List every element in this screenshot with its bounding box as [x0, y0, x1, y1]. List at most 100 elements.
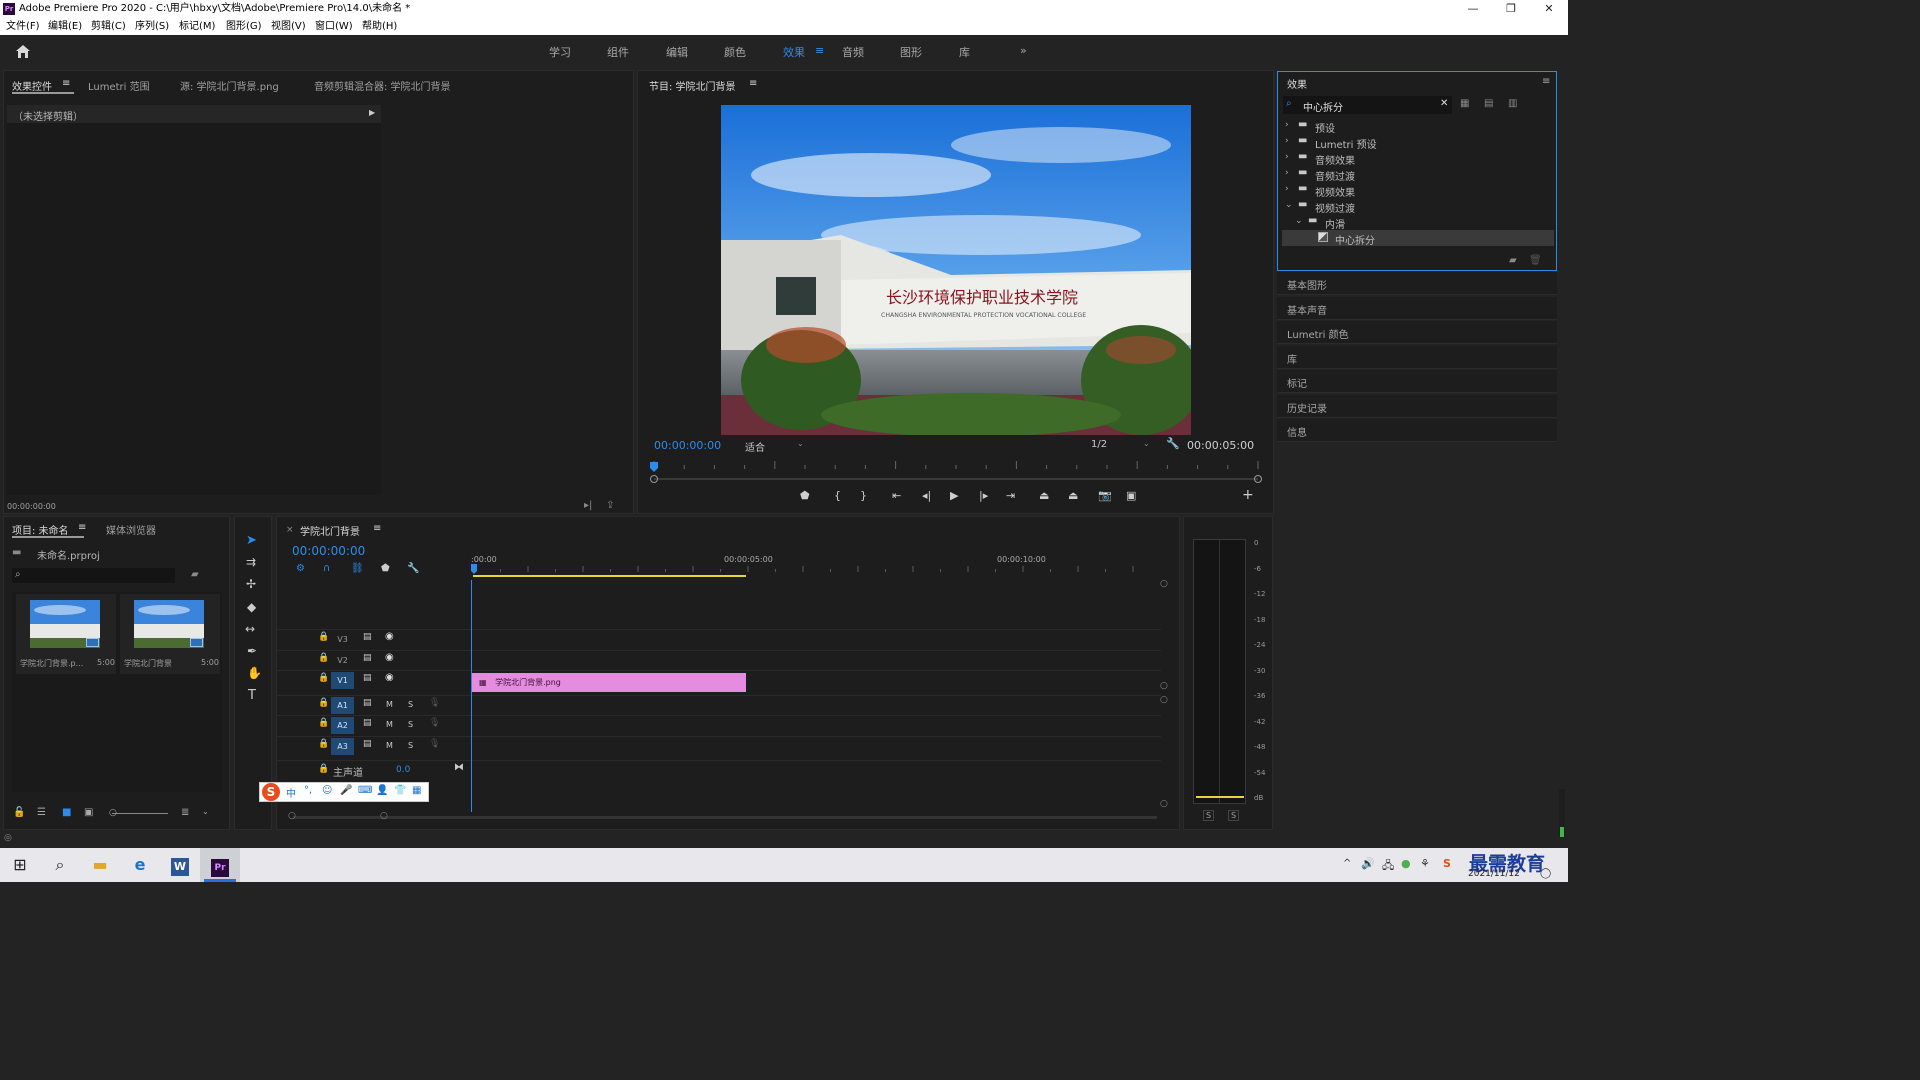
vertical-zoom-handle-top[interactable]: ○ [1160, 579, 1168, 589]
windows-start-icon[interactable]: ⊞ [0, 848, 40, 882]
mark-out-icon[interactable]: } [860, 489, 867, 502]
mark-in-icon[interactable]: { [834, 489, 841, 502]
step-back-icon[interactable]: ◂| [922, 489, 931, 502]
collapsed-panel[interactable]: 历史记录 [1277, 394, 1557, 418]
freeform-view-icon[interactable]: ▣ [84, 807, 93, 818]
zoom-handle-right[interactable]: ○ [380, 811, 388, 821]
chevron-right-icon[interactable]: › [1285, 168, 1289, 178]
ripple-edit-tool-icon[interactable]: ✢ [246, 577, 256, 591]
workspace-assembly[interactable]: 组件 [607, 44, 629, 60]
hand-tool-icon[interactable]: ✋ [247, 666, 262, 680]
export-icon[interactable]: ⇪ [606, 500, 614, 511]
effects-tree-item[interactable]: › ▬ 预设 [1282, 118, 1554, 135]
extract-icon[interactable]: ⏏ [1068, 489, 1078, 502]
comparison-view-icon[interactable]: ▣ [1126, 489, 1136, 502]
step-forward-icon[interactable]: |▸ [979, 489, 988, 502]
tab-media-browser[interactable]: 媒体浏览器 [106, 522, 156, 537]
word-icon[interactable]: W [160, 848, 200, 882]
mute-button[interactable]: M [386, 700, 393, 709]
chevron-right-icon[interactable]: › [1285, 152, 1289, 162]
collapsed-panel[interactable]: 基本声音 [1277, 296, 1557, 320]
selection-tool-icon[interactable]: ➤ [246, 533, 257, 548]
track-target-button[interactable]: A2 [331, 717, 354, 734]
program-playhead[interactable] [650, 462, 658, 472]
minimize-icon[interactable]: — [1454, 0, 1492, 18]
settings-wrench-icon[interactable]: 🔧 [1166, 437, 1180, 450]
effects-tree-item[interactable]: ⌄ ▬ 内滑 [1282, 214, 1554, 231]
lift-icon[interactable]: ⏏ [1039, 489, 1049, 502]
track-target-button[interactable]: A1 [331, 696, 354, 714]
volume-icon[interactable]: 🔊 [1361, 857, 1375, 870]
clear-search-icon[interactable]: ✕ [1440, 98, 1448, 109]
collapsed-panel[interactable]: 基本图形 [1277, 272, 1557, 295]
effects-tree-item[interactable]: › ▬ Lumetri 预设 [1282, 134, 1554, 151]
collapsed-panel[interactable]: Lumetri 颜色 [1277, 321, 1557, 344]
chevron-right-icon[interactable]: › [1285, 120, 1289, 130]
ime-toolbar-item[interactable]: ☺ [322, 785, 332, 796]
ime-toolbar-item[interactable]: ▦ [412, 785, 421, 796]
tab-lumetri-scopes[interactable]: Lumetri 范围 [88, 78, 150, 93]
zoom-handle-left[interactable]: ○ [288, 811, 296, 821]
razor-tool-icon[interactable]: ◆ [247, 600, 256, 614]
project-item[interactable]: 学院北门背景 5:00 [120, 594, 220, 674]
workspace-color[interactable]: 颜色 [724, 44, 746, 60]
timeline-menu-icon[interactable]: ≡ [373, 523, 381, 534]
ime-toolbar-item[interactable]: 👕 [394, 785, 406, 796]
list-view-icon[interactable]: ☰ [37, 807, 46, 818]
tray-app-icon[interactable]: ● [1401, 857, 1411, 870]
zoom-slider-handle[interactable]: ○ [109, 808, 117, 818]
timeline-tab[interactable]: 学院北门背景 [300, 523, 360, 538]
track-target-button[interactable]: V3 [331, 631, 354, 648]
new-bin-icon[interactable]: ▰ [191, 569, 199, 580]
close-tab-icon[interactable]: × [286, 525, 294, 535]
track-select-tool-icon[interactable]: ⇉ [246, 555, 256, 569]
program-scrub-bar[interactable] [646, 459, 1268, 485]
tray-sogou-icon[interactable]: S [1443, 857, 1451, 870]
meter-solo-right[interactable]: S [1228, 810, 1240, 821]
lock-icon[interactable]: 🔓 [13, 807, 25, 818]
timeline-ruler[interactable]: :00:00 00:00:05:00 00:00:10:00 [471, 552, 1161, 580]
fit-dropdown[interactable]: 适合 ⌄ [741, 437, 807, 454]
slip-tool-icon[interactable]: ↔ [245, 622, 255, 636]
menu-markers[interactable]: 标记(M) [179, 18, 215, 35]
effects-search-box[interactable]: ⌕ 中心拆分 ✕ [1283, 96, 1452, 114]
mute-button[interactable]: M [386, 720, 393, 729]
solo-button[interactable]: S [408, 720, 413, 729]
filter-icon[interactable]: ▸| [584, 500, 592, 511]
collapsed-panel[interactable]: 库 [1277, 345, 1557, 369]
menu-graphics[interactable]: 图形(G) [226, 18, 262, 35]
add-marker-icon[interactable]: ⬟ [800, 489, 810, 502]
yuv-effects-icon[interactable]: ▥ [1508, 98, 1517, 109]
timeline-settings-wrench-icon[interactable]: 🔧 [407, 563, 419, 574]
sync-lock-icon[interactable]: ▤ [363, 698, 372, 708]
tab-audio-clip-mixer[interactable]: 音频剪辑混合器: 学院北门背景 [314, 78, 451, 93]
menu-edit[interactable]: 编辑(E) [48, 18, 82, 35]
icon-view-icon[interactable]: ■ [62, 807, 71, 818]
solo-button[interactable]: S [408, 700, 413, 709]
microphone-icon[interactable]: 🎙 [429, 718, 440, 728]
new-bin-icon[interactable]: ▰ [1509, 255, 1517, 266]
eye-icon[interactable]: ◉ [385, 631, 394, 642]
workspace-effects[interactable]: 效果 [783, 44, 805, 60]
go-to-out-icon[interactable]: ⇥ [1006, 489, 1015, 502]
lock-icon[interactable]: 🔒 [318, 632, 329, 642]
collapsed-panel[interactable]: 标记 [1277, 370, 1557, 393]
workspace-learn[interactable]: 学习 [549, 44, 571, 60]
microphone-icon[interactable]: 🎙 [429, 739, 440, 749]
play-icon[interactable]: ▶ [950, 489, 958, 502]
vertical-zoom-handle[interactable]: ○ [1160, 695, 1168, 705]
workspace-audio[interactable]: 音频 [842, 44, 864, 60]
notification-icon[interactable]: ◯ [1540, 868, 1551, 879]
effects-tree-item[interactable]: › ▬ 音频过渡 [1282, 166, 1554, 183]
edge-browser-icon[interactable]: e [120, 848, 160, 882]
workspace-more-icon[interactable]: » [1020, 44, 1027, 57]
close-window-icon[interactable]: ✕ [1530, 0, 1568, 18]
tray-ime-icon[interactable]: ⚘ [1420, 857, 1430, 870]
eye-icon[interactable]: ◉ [385, 672, 394, 683]
tab-effect-controls[interactable]: 效果控件 [12, 78, 52, 93]
chevron-right-icon[interactable]: › [1285, 184, 1289, 194]
lock-icon[interactable]: 🔒 [318, 698, 329, 708]
effects-tree-item[interactable]: ⌄ ▬ 视频过渡 [1282, 198, 1554, 215]
lock-icon[interactable]: 🔒 [318, 764, 329, 774]
go-to-in-icon[interactable]: ⇤ [892, 489, 901, 502]
